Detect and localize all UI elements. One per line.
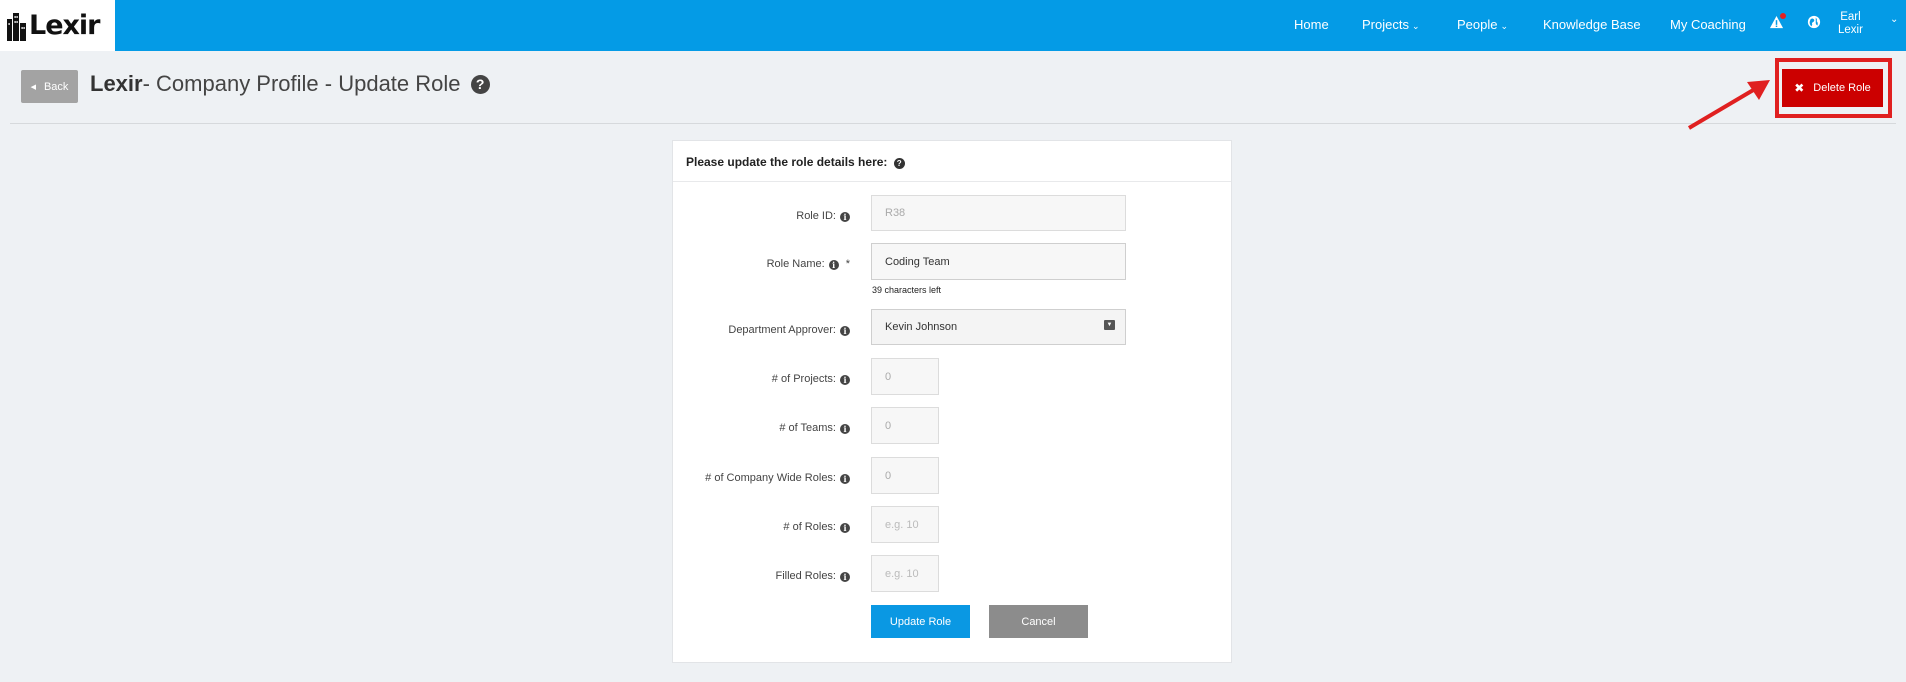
logo-text: Lexir	[29, 10, 101, 41]
num-projects-field[interactable]: 0	[871, 358, 939, 395]
chevron-down-icon: ⌄	[1500, 21, 1509, 31]
help-icon[interactable]: ?	[893, 158, 905, 169]
nav-projects[interactable]: Projects ⌄	[1362, 17, 1420, 32]
page-title-company: Lexir	[90, 71, 143, 96]
user-first-name: Earl	[1840, 11, 1861, 23]
role-id-label-text: Role ID:	[796, 210, 836, 222]
notification-dot	[1780, 13, 1786, 19]
role-id-field[interactable]: R38	[871, 195, 1126, 231]
role-name-label-text: Role Name:	[766, 258, 825, 270]
nav-people-label: People	[1457, 17, 1498, 32]
info-icon[interactable]: i	[840, 523, 850, 533]
globe-icon[interactable]	[1807, 15, 1823, 31]
num-roles-input[interactable]: e.g. 10	[871, 506, 939, 543]
user-last-name: Lexir	[1838, 24, 1863, 36]
chevron-down-icon: ⌄	[1411, 21, 1420, 31]
characters-left-text: 39 characters left	[872, 285, 942, 295]
num-company-wide-roles-field[interactable]: 0	[871, 457, 939, 494]
info-icon[interactable]: i	[840, 212, 850, 222]
info-icon[interactable]: i	[840, 326, 850, 336]
delete-role-label: Delete Role	[1813, 82, 1871, 94]
cancel-button[interactable]: Cancel	[989, 605, 1088, 638]
department-approver-value: Kevin Johnson	[885, 321, 958, 333]
header-divider	[10, 123, 1896, 124]
info-icon[interactable]: i	[828, 260, 839, 270]
role-name-label: Role Name: i *	[767, 258, 850, 270]
update-role-button[interactable]: Update Role	[871, 605, 970, 638]
chevron-down-icon[interactable]: ⌄	[1890, 14, 1898, 25]
panel-heading: Please update the role details here: ?	[673, 141, 1231, 182]
num-teams-label: # of Teams: i	[779, 422, 850, 434]
page-title-text: - Company Profile - Update Role	[142, 71, 461, 96]
num-teams-field[interactable]: 0	[871, 407, 939, 444]
info-icon[interactable]: i	[840, 375, 850, 385]
role-id-label: Role ID: i	[796, 210, 850, 222]
num-projects-label-text: # of Projects:	[771, 373, 836, 385]
nav-knowledge-base[interactable]: Knowledge Base	[1543, 17, 1641, 32]
panel-heading-text: Please update the role details here:	[686, 155, 888, 169]
department-approver-label-text: Department Approver:	[728, 324, 836, 336]
warning-icon[interactable]	[1769, 13, 1786, 31]
back-button[interactable]: ◀ Back	[21, 70, 78, 103]
department-approver-select[interactable]: Kevin Johnson ▼	[871, 309, 1126, 345]
lexir-logo[interactable]: Lexir	[0, 0, 115, 51]
nav-my-coaching[interactable]: My Coaching	[1670, 17, 1746, 32]
nav-knowledge-base-label: Knowledge Base	[1543, 17, 1641, 32]
filled-roles-label: Filled Roles: i	[775, 570, 850, 582]
caret-left-icon: ◀	[30, 83, 36, 91]
top-navbar: Lexir Home Projects ⌄ People ⌄ Knowledge B…	[0, 0, 1906, 51]
nav-projects-label: Projects	[1362, 17, 1409, 32]
filled-roles-input[interactable]: e.g. 10	[871, 555, 939, 592]
help-icon[interactable]: ?	[470, 74, 490, 94]
num-projects-label: # of Projects: i	[772, 373, 850, 385]
info-icon[interactable]: i	[840, 474, 850, 484]
required-marker: *	[845, 258, 850, 270]
nav-home-label: Home	[1294, 17, 1329, 32]
nav-people[interactable]: People ⌄	[1457, 17, 1508, 32]
num-company-wide-roles-label: # of Company Wide Roles: i	[705, 472, 850, 484]
num-roles-label-text: # of Roles:	[783, 521, 836, 533]
user-menu[interactable]: Earl Lexir	[1838, 11, 1863, 37]
close-icon: ✖	[1794, 81, 1805, 95]
num-teams-label-text: # of Teams:	[779, 422, 836, 434]
delete-role-button[interactable]: ✖ Delete Role	[1782, 69, 1883, 107]
annotation-arrow-icon	[1687, 80, 1770, 130]
filled-roles-label-text: Filled Roles:	[775, 570, 836, 582]
num-roles-label: # of Roles: i	[783, 521, 850, 533]
info-icon[interactable]: i	[840, 424, 850, 434]
dropdown-arrow-icon: ▼	[1104, 320, 1115, 330]
info-icon[interactable]: i	[840, 572, 850, 582]
role-name-input[interactable]: Coding Team	[871, 243, 1126, 280]
department-approver-label: Department Approver: i	[728, 324, 850, 336]
role-details-panel: Please update the role details here: ? R…	[672, 140, 1232, 663]
page-title: Lexir- Company Profile - Update Role ?	[90, 71, 490, 97]
building-logo-icon	[7, 12, 26, 41]
num-company-wide-roles-label-text: # of Company Wide Roles:	[705, 472, 836, 484]
nav-my-coaching-label: My Coaching	[1670, 17, 1746, 32]
back-button-label: Back	[43, 80, 69, 93]
nav-home[interactable]: Home	[1294, 17, 1329, 32]
